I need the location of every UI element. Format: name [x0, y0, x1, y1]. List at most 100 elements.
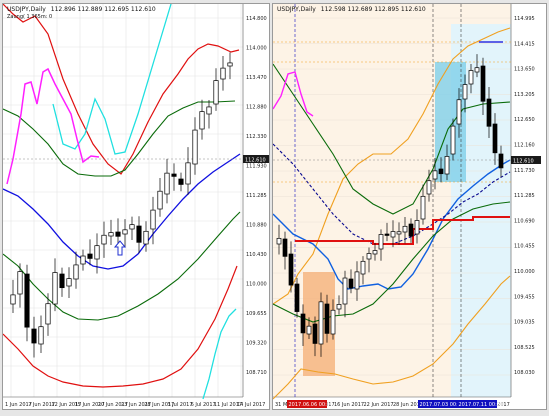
right-symbol-title: USDJPY,Daily — [277, 6, 316, 13]
left-date-label: 3 Jul 2017 — [167, 402, 192, 408]
left-price-label: 111.285 — [246, 193, 267, 199]
left-cyan-line-lower — [202, 308, 237, 400]
candle-body — [10, 294, 16, 305]
candle-body — [52, 272, 58, 305]
candle-body — [276, 237, 282, 245]
candle-body — [360, 260, 366, 275]
left-chart-title: USDJPY,Daily 112.896 112.889 112.695 112… — [7, 6, 159, 13]
candle-body — [348, 278, 354, 289]
candle-body — [59, 273, 65, 289]
left-price-label: 112.880 — [246, 105, 267, 111]
left-date-label: 6 Jul 2017 — [191, 402, 216, 408]
candle-body — [336, 304, 342, 310]
left-symbol-title: USDJPY,Daily — [7, 6, 46, 13]
candle-body — [122, 229, 128, 235]
candle-body — [444, 156, 450, 175]
candle-body — [342, 277, 348, 305]
candle-body — [220, 67, 226, 80]
right-ohlc-text: 112.598 112.689 112.895 112.610 — [320, 6, 426, 13]
right-price-label: 108.525 — [514, 345, 535, 351]
right-price-label: 109.455 — [514, 294, 535, 300]
candle-body — [31, 328, 37, 344]
candle-body — [312, 323, 318, 344]
right-price-label: 114.995 — [514, 16, 535, 22]
right-chart-panel[interactable]: 114.995 114.415 113.650 113.205 112.650 112.1… — [272, 3, 547, 410]
candle-body — [426, 180, 432, 195]
right-price-label: 112.160 — [514, 143, 535, 149]
right-current-price-tag: 112.610 — [513, 159, 534, 165]
right-date-tag: 2017.06.06 00:00 — [289, 402, 334, 408]
left-chart-canvas[interactable]: 114.800 114.000 113.470 112.880 112.330 111.9… — [3, 4, 270, 410]
left-magenta-line — [6, 67, 100, 185]
up-arrow-icon — [113, 240, 127, 256]
candle-body — [420, 195, 426, 220]
right-price-label: 114.415 — [514, 41, 535, 47]
candle-body — [66, 278, 72, 287]
candle-body — [318, 301, 324, 345]
candle-body — [480, 65, 486, 102]
candle-body — [143, 230, 149, 245]
candle-body — [185, 162, 191, 185]
right-price-label: 109.035 — [514, 320, 535, 326]
candle-body — [87, 253, 93, 259]
left-chart-panel[interactable]: 114.800 114.000 113.470 112.880 112.330 111.9… — [2, 3, 270, 410]
left-price-label: 109.655 — [246, 311, 267, 317]
left-upper-band — [3, 4, 240, 175]
left-price-label: 114.000 — [246, 46, 267, 52]
candle-body — [324, 303, 330, 334]
right-price-label: 111.285 — [514, 193, 535, 199]
candle-body — [306, 325, 312, 335]
candle-body — [178, 178, 184, 185]
candle-body — [282, 238, 288, 257]
left-indicator-text: Zaung( 1.365m: 0 — [7, 14, 53, 20]
candle-body — [227, 62, 233, 67]
candle-body — [213, 80, 219, 105]
left-candles — [10, 52, 233, 358]
left-price-label: 114.800 — [246, 16, 267, 22]
right-date-label: 16 Jun 2017 — [334, 402, 364, 408]
right-date-label: 22 Jun 2017 — [364, 402, 394, 408]
candle-body — [432, 170, 438, 180]
candle-body — [402, 225, 408, 233]
left-lower-band — [3, 265, 238, 388]
right-cyan-range-box — [435, 62, 466, 182]
right-price-label: 112.650 — [514, 117, 535, 123]
right-price-label: 110.690 — [514, 218, 535, 224]
right-price-label: 113.205 — [514, 92, 535, 98]
candle-body — [206, 106, 212, 115]
left-price-label: 111.930 — [246, 164, 267, 170]
right-price-label: 113.650 — [514, 67, 535, 73]
candle-body — [94, 245, 100, 260]
candle-body — [474, 67, 480, 73]
candle-body — [354, 271, 360, 290]
candle-body — [73, 264, 79, 280]
candle-body — [294, 283, 300, 312]
candle-body — [17, 271, 23, 295]
candle-body — [38, 326, 44, 345]
candle-body — [330, 309, 336, 335]
candle-body — [199, 111, 205, 130]
left-price-label: 110.430 — [246, 252, 267, 258]
left-price-label: 108.710 — [246, 370, 267, 376]
left-price-label: 110.000 — [246, 282, 267, 288]
candle-body — [456, 99, 462, 125]
right-price-label: 110.000 — [514, 269, 535, 275]
right-chart-canvas[interactable]: 114.995 114.415 113.650 113.205 112.650 112.1… — [273, 4, 547, 410]
right-date-tag: 2017.07.11 00:00 — [459, 402, 504, 408]
candle-body — [24, 273, 30, 328]
candle-body — [150, 209, 156, 230]
candle-body — [438, 168, 444, 175]
left-price-label: 110.880 — [246, 223, 267, 229]
candle-body — [372, 250, 378, 255]
candle-body — [498, 153, 504, 169]
left-cyan-line — [52, 4, 172, 155]
left-ohlc-text: 112.896 112.889 112.695 112.610 — [50, 6, 156, 13]
candle-body — [171, 173, 177, 177]
candle-body — [80, 255, 86, 265]
candle-body — [414, 220, 420, 235]
candle-body — [288, 253, 294, 286]
candle-body — [450, 125, 456, 155]
candle-body — [378, 234, 384, 250]
left-price-label: 112.330 — [246, 134, 267, 140]
right-price-label: 111.730 — [514, 168, 535, 174]
